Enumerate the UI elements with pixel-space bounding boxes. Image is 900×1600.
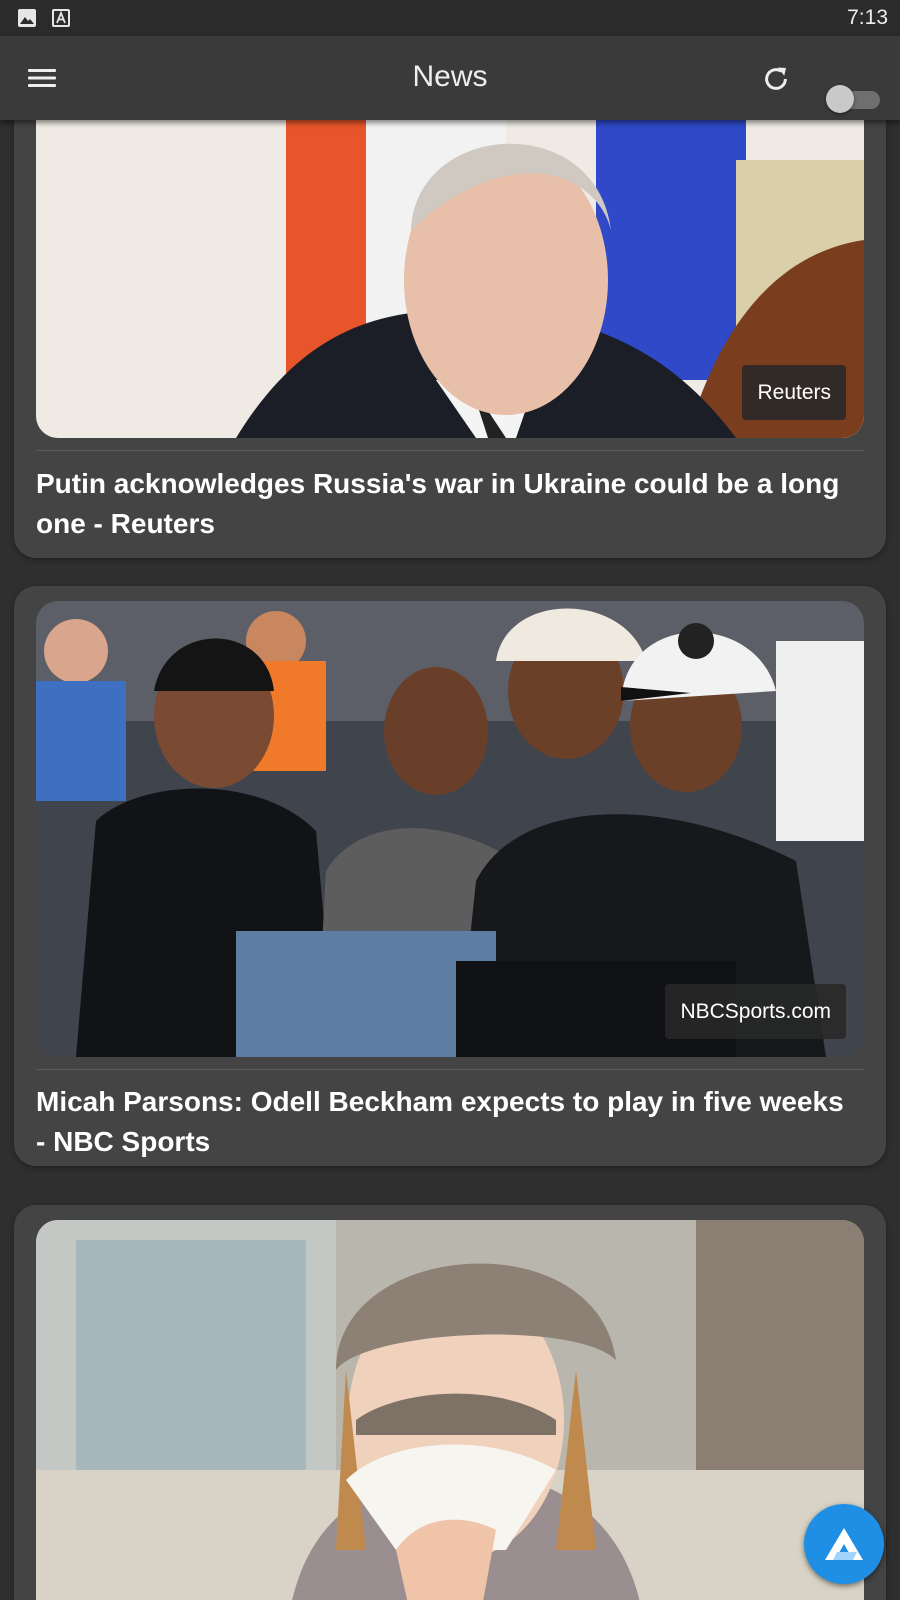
status-icons — [17, 8, 71, 28]
theme-toggle[interactable] — [826, 85, 880, 113]
article-image[interactable]: NBCSports.com — [36, 601, 864, 1057]
article-photo — [36, 120, 864, 438]
article-photo — [36, 1220, 864, 1600]
card-divider — [36, 450, 864, 451]
article-image[interactable] — [36, 1220, 864, 1600]
toggle-thumb — [826, 85, 854, 113]
menu-button[interactable] — [24, 60, 60, 96]
article-headline[interactable]: Micah Parsons: Odell Beckham expects to … — [36, 1082, 856, 1162]
status-time: 7:13 — [847, 6, 888, 29]
news-card[interactable] — [14, 1205, 886, 1600]
source-badge: NBCSports.com — [665, 984, 846, 1039]
article-headline[interactable]: Putin acknowledges Russia's war in Ukrai… — [36, 464, 856, 544]
app-fab-button[interactable] — [804, 1504, 884, 1584]
article-image[interactable]: Reuters — [36, 120, 864, 438]
image-icon — [17, 8, 37, 28]
refresh-button[interactable] — [757, 60, 795, 98]
card-divider — [36, 1069, 864, 1070]
app-logo-icon — [825, 1528, 863, 1560]
news-feed[interactable]: Reuters Putin acknowledges Russia's war … — [0, 120, 900, 1600]
refresh-icon — [765, 67, 787, 90]
news-card[interactable]: NBCSports.com Micah Parsons: Odell Beckh… — [14, 586, 886, 1166]
news-card[interactable]: Reuters Putin acknowledges Russia's war … — [14, 120, 886, 558]
text-a-icon — [51, 8, 71, 28]
hamburger-menu-icon — [28, 69, 56, 87]
source-badge: Reuters — [742, 365, 846, 420]
status-bar: 7:13 — [0, 0, 900, 36]
app-bar: News — [0, 36, 900, 120]
